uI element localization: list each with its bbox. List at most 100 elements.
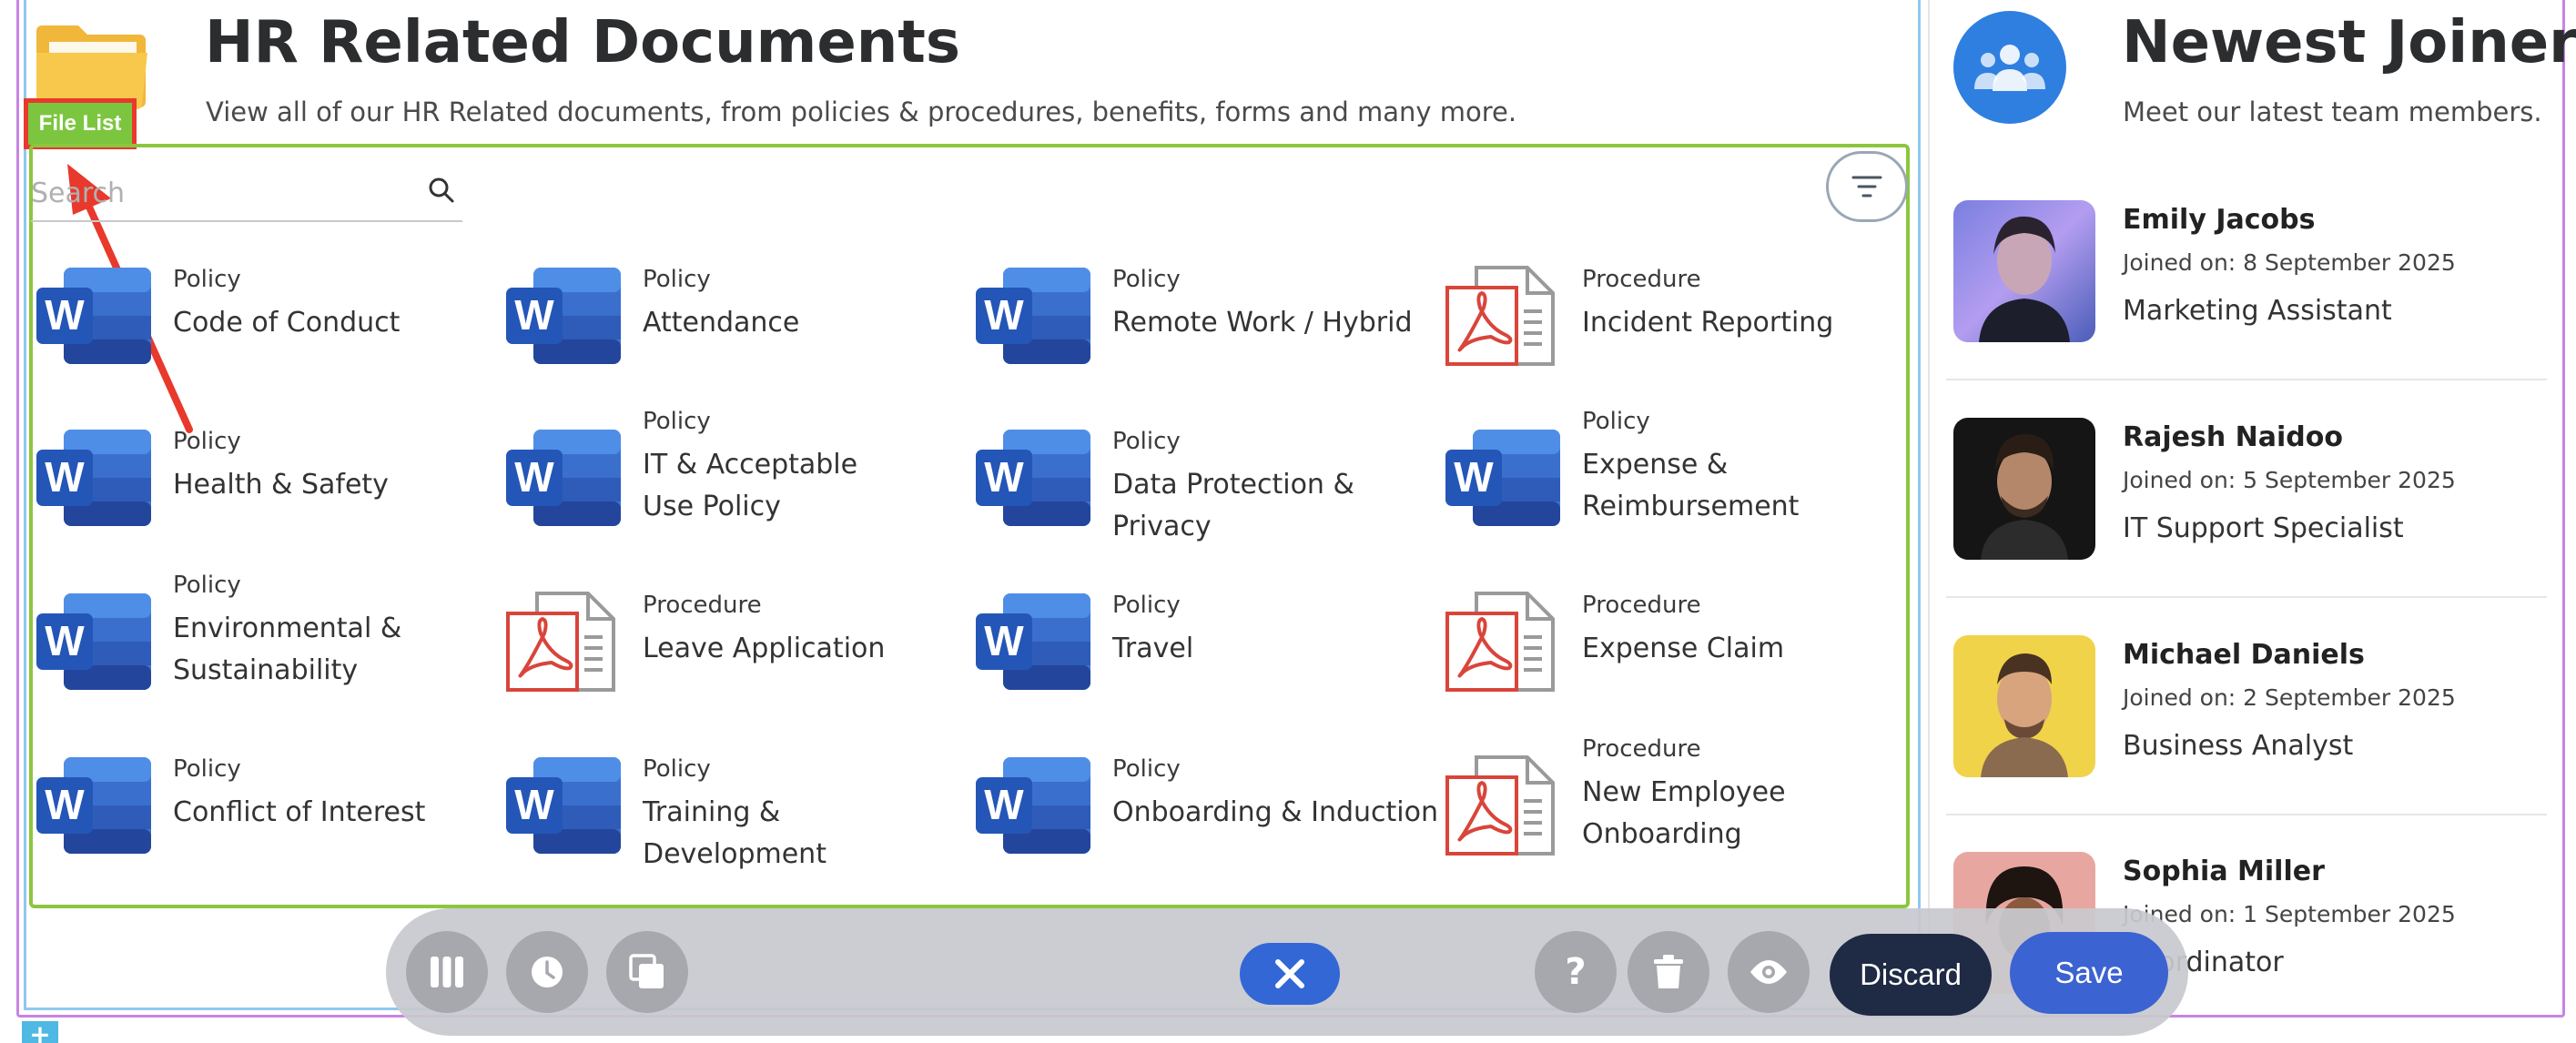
joiner-date: Joined on: 5 September 2025 [2123,467,2456,493]
filter-icon [1851,176,1882,197]
document-name[interactable]: Health & Safety [173,464,501,506]
document-type: Policy [173,266,241,293]
joiner-name: Emily Jacobs [2123,204,2316,236]
save-button[interactable]: Save [2010,932,2168,1014]
document-name[interactable]: Remote Work / Hybrid [1112,302,1440,344]
word-doc-icon: W [506,266,623,368]
document-type: Procedure [1582,266,1701,293]
document-type: Procedure [1582,735,1701,763]
svg-text:W: W [984,453,1024,501]
document-name[interactable]: Data Protection & Privacy [1112,464,1440,548]
svg-text:W: W [984,617,1024,664]
document-item[interactable]: W Policy Remote Work / Hybrid [976,266,1413,393]
document-type: Policy [1112,428,1181,455]
document-type: Policy [1112,755,1181,783]
joiner-date: Joined on: 2 September 2025 [2123,684,2456,711]
pdf-doc-icon [506,592,623,694]
document-item[interactable]: Procedure Leave Application [506,592,943,719]
svg-text:W: W [984,291,1024,339]
eye-icon [1750,960,1787,984]
history-button[interactable] [506,931,588,1013]
add-section-button[interactable]: + [22,1021,58,1043]
document-name[interactable]: Leave Application [643,628,970,670]
pdf-doc-icon [1445,266,1562,368]
layers-icon [629,954,664,988]
team-icon [1953,11,2066,124]
divider [1946,379,2547,380]
document-name[interactable]: Onboarding & Induction [1112,792,1440,834]
document-type: Policy [1582,408,1650,435]
document-type: Policy [1112,592,1181,619]
joiner-name: Michael Daniels [2123,639,2365,671]
filter-button[interactable] [1826,151,1908,222]
document-type: Policy [643,755,711,783]
document-item[interactable]: W Policy Onboarding & Induction [976,755,1438,883]
document-item[interactable]: W Policy Travel [976,592,1413,719]
preview-button[interactable] [1728,931,1810,1013]
document-item[interactable]: W Policy Conflict of Interest [36,755,473,883]
folder-icon [36,25,147,109]
joiners-subtitle: Meet our latest team members. [2123,96,2542,127]
svg-text:W: W [1454,453,1494,501]
joiner-role: Business Analyst [2123,730,2354,762]
word-doc-icon: W [36,266,153,368]
document-item[interactable]: W Policy Environmental & Sustainability [36,572,473,719]
document-item[interactable]: Procedure New Employee Onboarding [1445,735,1882,883]
joiner-role: IT Support Specialist [2123,512,2404,544]
file-list-badge[interactable]: File List [24,98,137,149]
document-item[interactable]: W Policy Health & Safety [36,428,473,555]
svg-text:W: W [514,781,554,828]
document-name[interactable]: Environmental & Sustainability [173,608,446,692]
delete-button[interactable] [1628,931,1709,1013]
close-icon [1275,959,1304,988]
document-item[interactable]: W Policy Data Protection & Privacy [976,428,1413,555]
joiner-date: Joined on: 8 September 2025 [2123,249,2456,276]
columns-button[interactable] [406,931,488,1013]
search-input[interactable] [31,171,413,215]
document-item[interactable]: W Policy IT & Acceptable Use Policy [506,408,943,555]
word-doc-icon: W [976,592,1092,694]
document-name[interactable]: Training & Development [643,792,970,876]
document-item[interactable]: W Policy Code of Conduct [36,266,473,393]
document-name[interactable]: Conflict of Interest [173,792,501,834]
layers-button[interactable] [606,931,688,1013]
document-item[interactable]: W Policy Attendance [506,266,943,393]
joiner-card[interactable]: Rajesh Naidoo Joined on: 5 September 202… [1946,418,2547,636]
search-bar [31,164,462,222]
avatar [1953,635,2095,777]
word-doc-icon: W [976,428,1092,530]
document-name[interactable]: Code of Conduct [173,302,501,344]
word-doc-icon: W [1445,428,1562,530]
divider [1946,596,2547,598]
word-doc-icon: W [506,755,623,857]
document-item[interactable]: Procedure Expense Claim [1445,592,1882,719]
joiner-card[interactable]: Emily Jacobs Joined on: 8 September 2025… [1946,200,2547,419]
document-item[interactable]: Procedure Incident Reporting [1445,266,1882,393]
close-button[interactable] [1240,943,1340,1005]
column-divider [1928,0,1930,1010]
svg-text:W: W [514,453,554,501]
help-button[interactable]: ? [1535,931,1617,1013]
document-type: Policy [643,408,711,435]
document-type: Policy [173,755,241,783]
document-name[interactable]: Attendance [643,302,970,344]
document-name[interactable]: IT & Acceptable Use Policy [643,444,916,528]
page-subtitle: View all of our HR Related documents, fr… [206,96,1517,127]
document-item[interactable]: W Policy Expense & Reimbursement [1445,408,1882,555]
svg-text:W: W [45,781,85,828]
divider [1946,814,2547,815]
trash-icon [1654,955,1683,988]
discard-button[interactable]: Discard [1830,934,1992,1016]
joiner-card[interactable]: Michael Daniels Joined on: 2 September 2… [1946,635,2547,854]
joiner-name: Sophia Miller [2123,856,2325,887]
document-item[interactable]: W Policy Training & Development [506,755,943,883]
document-name[interactable]: Incident Reporting [1582,302,1910,344]
joiners-title: Newest Joiners [2122,9,2576,76]
document-name[interactable]: Expense Claim [1582,628,1910,670]
document-name[interactable]: New Employee Onboarding [1582,772,1855,856]
document-type: Policy [173,572,241,599]
search-icon[interactable] [426,175,457,206]
document-name[interactable]: Expense & Reimbursement [1582,444,1855,528]
document-name[interactable]: Travel [1112,628,1440,670]
help-icon: ? [1565,951,1587,993]
